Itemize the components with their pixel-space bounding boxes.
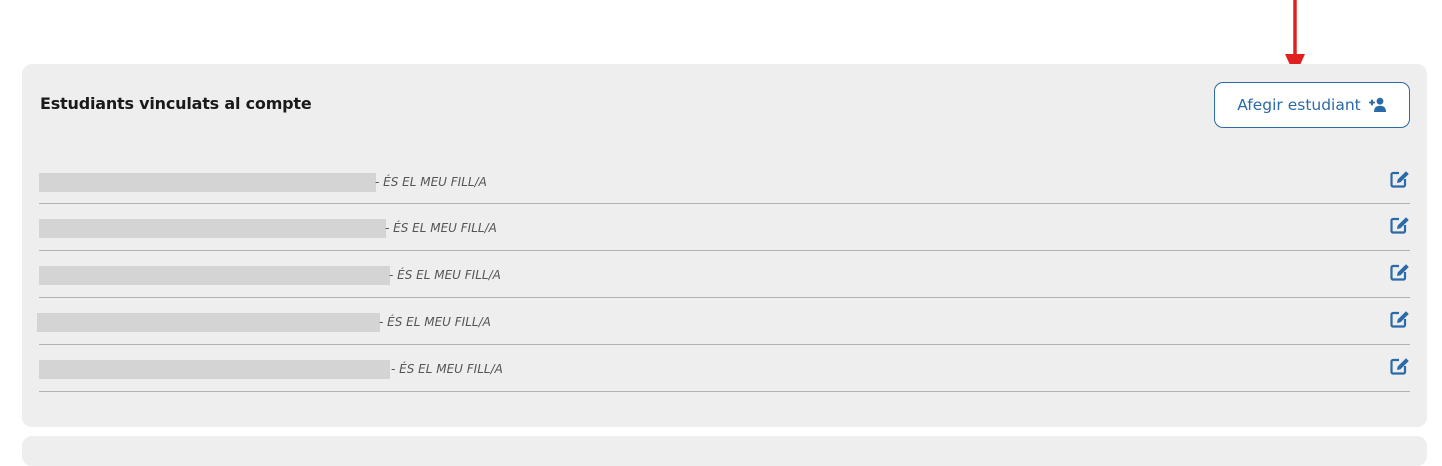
edit-icon[interactable] bbox=[1390, 216, 1410, 234]
student-relation: - ÉS EL MEU FILL/A bbox=[391, 362, 503, 376]
student-relation: - ÉS EL MEU FILL/A bbox=[379, 315, 491, 329]
add-user-icon bbox=[1368, 97, 1386, 112]
student-name-redacted bbox=[39, 219, 386, 238]
linked-students-card: Estudiants vinculats al compte Afegir es… bbox=[22, 64, 1427, 427]
add-student-button[interactable]: Afegir estudiant bbox=[1214, 82, 1410, 128]
section-title: Estudiants vinculats al compte bbox=[40, 94, 312, 113]
edit-icon[interactable] bbox=[1390, 310, 1410, 328]
edit-icon[interactable] bbox=[1390, 170, 1410, 188]
edit-icon[interactable] bbox=[1390, 357, 1410, 375]
student-name-redacted bbox=[37, 313, 380, 332]
student-list: - ÉS EL MEU FILL/A - ÉS EL MEU FILL/A - … bbox=[37, 158, 1410, 392]
student-row: - ÉS EL MEU FILL/A bbox=[39, 158, 1410, 204]
student-relation: - ÉS EL MEU FILL/A bbox=[389, 268, 501, 282]
edit-icon[interactable] bbox=[1390, 263, 1410, 281]
student-row: - ÉS EL MEU FILL/A bbox=[39, 251, 1410, 298]
student-name-redacted bbox=[39, 173, 376, 192]
student-name-redacted bbox=[39, 360, 390, 379]
student-relation: - ÉS EL MEU FILL/A bbox=[385, 221, 497, 235]
student-row: - ÉS EL MEU FILL/A bbox=[37, 298, 1410, 345]
add-student-button-label: Afegir estudiant bbox=[1237, 96, 1361, 114]
next-section-card bbox=[22, 436, 1427, 466]
student-relation: - ÉS EL MEU FILL/A bbox=[375, 175, 487, 189]
student-name-redacted bbox=[39, 266, 390, 285]
student-row: - ÉS EL MEU FILL/A bbox=[39, 345, 1410, 392]
student-row: - ÉS EL MEU FILL/A bbox=[39, 204, 1410, 251]
